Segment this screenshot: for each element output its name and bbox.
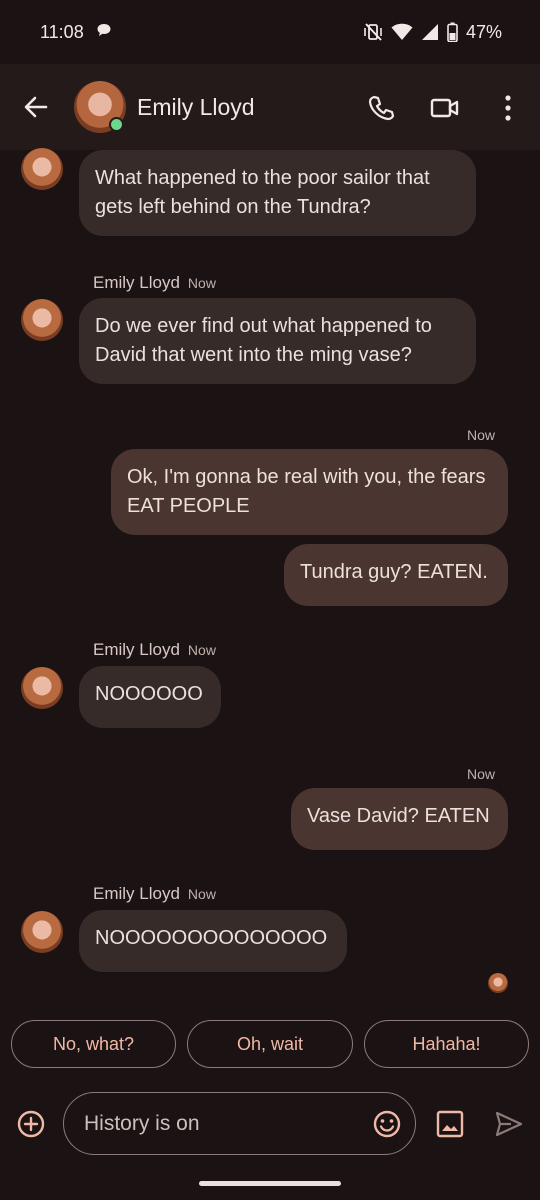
emoji-icon[interactable] [372, 1109, 402, 1139]
gesture-navigation-bar[interactable] [199, 1181, 341, 1186]
sender-label: Emily Lloyd Now [93, 273, 216, 293]
message-text: Do we ever find out what happened to Dav… [95, 315, 432, 366]
battery-icon [447, 22, 458, 42]
conversation-header: Emily Lloyd [0, 64, 540, 150]
wifi-icon [391, 23, 413, 41]
sender-name: Emily Lloyd [93, 884, 180, 903]
status-bar: 11:08 47% [0, 0, 540, 64]
message-text: Ok, I'm gonna be real with you, the fear… [127, 466, 486, 517]
message-bubble-incoming[interactable]: NOOOOOOOOOOOOOO [79, 910, 347, 972]
sender-avatar[interactable] [21, 148, 63, 190]
read-receipt-avatar [488, 973, 508, 993]
battery-percent: 47% [465, 21, 502, 42]
suggestion-chip[interactable]: No, what? [11, 1020, 176, 1068]
suggestion-chip[interactable]: Oh, wait [187, 1020, 353, 1068]
sender-avatar[interactable] [21, 911, 63, 953]
online-status-dot [109, 117, 124, 132]
message-bubble-outgoing[interactable]: Ok, I'm gonna be real with you, the fear… [111, 449, 508, 535]
gallery-icon[interactable] [435, 1109, 465, 1139]
phone-icon[interactable] [366, 93, 396, 123]
message-list[interactable]: What happened to the poor sailor that ge… [0, 148, 540, 1010]
message-time: Now [466, 427, 495, 443]
message-time: Now [187, 642, 216, 658]
video-call-icon[interactable] [430, 93, 460, 123]
more-options-icon[interactable] [494, 93, 524, 123]
message-text: What happened to the poor sailor that ge… [95, 167, 430, 218]
sender-avatar[interactable] [21, 299, 63, 341]
message-text: Vase David? EATEN [307, 805, 490, 827]
sender-avatar[interactable] [21, 667, 63, 709]
add-icon[interactable] [16, 1109, 46, 1139]
sender-label: Emily Lloyd Now [93, 640, 216, 660]
message-input[interactable] [84, 1111, 354, 1137]
message-bubble-incoming[interactable]: NOOOOOO [79, 666, 221, 728]
message-field[interactable] [63, 1092, 416, 1155]
suggested-replies: No, what? Oh, wait Hahaha! [0, 1020, 540, 1070]
contact-name[interactable]: Emily Lloyd [137, 94, 255, 121]
message-text: NOOOOOOOOOOOOOO [95, 927, 328, 949]
message-time: Now [466, 766, 495, 782]
message-text: Tundra guy? EATEN. [300, 561, 488, 583]
message-bubble-outgoing[interactable]: Tundra guy? EATEN. [284, 544, 508, 606]
sender-name: Emily Lloyd [93, 640, 180, 659]
suggestion-chip[interactable]: Hahaha! [364, 1020, 529, 1068]
message-bubble-incoming[interactable]: Do we ever find out what happened to Dav… [79, 298, 476, 384]
sender-label: Emily Lloyd Now [93, 884, 216, 904]
message-bubble-outgoing[interactable]: Vase David? EATEN [291, 788, 508, 850]
message-composer [0, 1090, 540, 1160]
sender-name: Emily Lloyd [93, 273, 180, 292]
message-time: Now [187, 275, 216, 291]
message-bubble-incoming[interactable]: What happened to the poor sailor that ge… [79, 150, 476, 236]
chat-notification-icon [96, 22, 112, 43]
message-time: Now [187, 886, 216, 902]
status-time: 11:08 [40, 21, 84, 42]
message-text: NOOOOOO [95, 683, 203, 705]
vibrate-off-icon [363, 22, 383, 42]
signal-icon [421, 23, 439, 41]
back-arrow-icon[interactable] [22, 93, 50, 121]
send-icon[interactable] [494, 1109, 524, 1139]
